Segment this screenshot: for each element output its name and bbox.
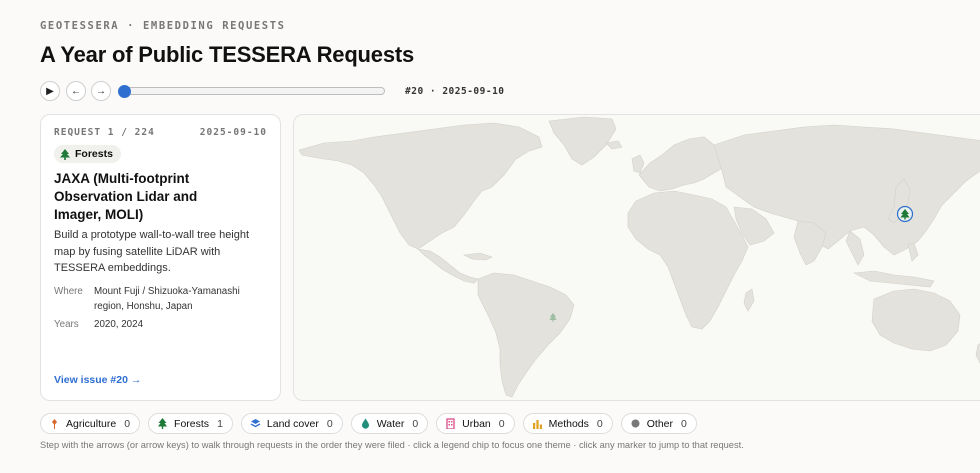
legend-chip-label: Methods (548, 417, 589, 430)
layers-icon (250, 418, 261, 429)
where-value: Mount Fuji / Shizuoka-Yamanashi region, … (94, 286, 240, 312)
africa-landmass (627, 190, 749, 330)
indonesia-landmass (852, 270, 935, 288)
theme-badge-label: Forests (75, 148, 113, 160)
prev-button[interactable]: ← (66, 81, 86, 101)
legend-chip-urban[interactable]: Urban 0 (436, 413, 515, 434)
request-date: 2025-09-10 (199, 127, 267, 138)
step-label: #20 · 2025-09-10 (405, 86, 505, 97)
legend-chip-other[interactable]: Other 0 (620, 413, 697, 434)
australia-landmass (871, 288, 961, 352)
new-zealand-landmass (975, 343, 980, 364)
madagascar-landmass (743, 288, 755, 312)
tree-icon (60, 148, 70, 160)
uk-landmass (631, 154, 645, 174)
dot-icon (630, 418, 641, 429)
iceland-landmass (605, 140, 623, 150)
droplet-icon (360, 418, 371, 429)
land-masses (298, 116, 980, 398)
legend-chip-count: 0 (412, 417, 419, 430)
arrow-right-icon: → (96, 85, 106, 97)
request-counter: REQUEST 1 / 224 (54, 127, 155, 138)
theme-badge: Forests (54, 145, 121, 163)
play-icon: ▶ (46, 85, 54, 97)
years-value: 2020, 2024 (94, 319, 144, 330)
legend-chip-label: Urban (462, 417, 491, 430)
legend-chip-count: 0 (681, 417, 687, 430)
legend-chip-label: Agriculture (66, 417, 117, 430)
caribbean-landmass (462, 252, 493, 261)
eyebrow-label: GEOTESSERA · EMBEDDING REQUESTS (40, 20, 286, 32)
theme-legend: Agriculture 0 Forests 1 Land cover 0 Water 0 Urb… (40, 413, 697, 434)
philippines-landmass (907, 242, 919, 262)
arrow-left-icon: ← (71, 85, 81, 97)
request-card: REQUEST 1 / 224 2025-09-10 Forests JAXA … (40, 114, 281, 401)
legend-chip-count: 0 (326, 417, 333, 430)
greenland-landmass (548, 116, 617, 166)
south-america-landmass (477, 272, 575, 398)
north-america-landmass (298, 122, 543, 250)
years-row: Years 2020, 2024 (54, 317, 274, 332)
legend-chip-land-cover[interactable]: Land cover 0 (240, 413, 343, 434)
legend-chip-label: Forests (174, 417, 210, 430)
legend-chip-methods[interactable]: Methods 0 (522, 413, 613, 434)
card-header: REQUEST 1 / 224 2025-09-10 (54, 127, 267, 138)
legend-chip-label: Other (646, 417, 674, 430)
where-label: Where (54, 286, 83, 297)
europe-landmass (638, 136, 725, 192)
legend-chip-water[interactable]: Water 0 (350, 413, 429, 434)
legend-chip-count: 0 (124, 417, 131, 430)
world-map-svg (298, 116, 980, 398)
legend-chip-label: Land cover (266, 417, 319, 430)
page-title: A Year of Public TESSERA Requests (40, 42, 415, 67)
map-marker-japan[interactable] (896, 205, 914, 223)
timeline-slider-thumb[interactable] (118, 85, 131, 98)
tree-icon (157, 418, 168, 429)
request-title: JAXA (Multi-footprint Observation Lidar … (54, 171, 198, 222)
request-description: Build a prototype wall-to-wall tree heig… (54, 229, 250, 274)
legend-chip-count: 0 (596, 417, 603, 430)
wheat-icon (49, 418, 60, 429)
legend-chip-forests[interactable]: Forests 1 (148, 413, 233, 434)
play-button[interactable]: ▶ (40, 81, 60, 101)
legend-chip-count: 1 (217, 417, 223, 430)
building-icon (445, 418, 456, 429)
view-issue-link[interactable]: View issue #20 → (54, 374, 141, 386)
years-label: Years (54, 319, 79, 330)
timeline-slider-track[interactable] (124, 87, 385, 95)
timeline-controls: ▶ ← → #20 · 2025-09-10 (40, 81, 520, 101)
world-map[interactable] (293, 114, 980, 401)
next-button[interactable]: → (91, 81, 111, 101)
where-row: Where Mount Fuji / Shizuoka-Yamanashi re… (54, 284, 274, 314)
legend-chip-count: 0 (498, 417, 505, 430)
help-text: Step with the arrows (or arrow keys) to … (40, 440, 744, 450)
legend-chip-label: Water (376, 417, 405, 430)
southeast-asia-landmass (845, 230, 865, 266)
legend-chip-agriculture[interactable]: Agriculture 0 (40, 413, 141, 434)
bar-chart-icon (532, 418, 543, 429)
